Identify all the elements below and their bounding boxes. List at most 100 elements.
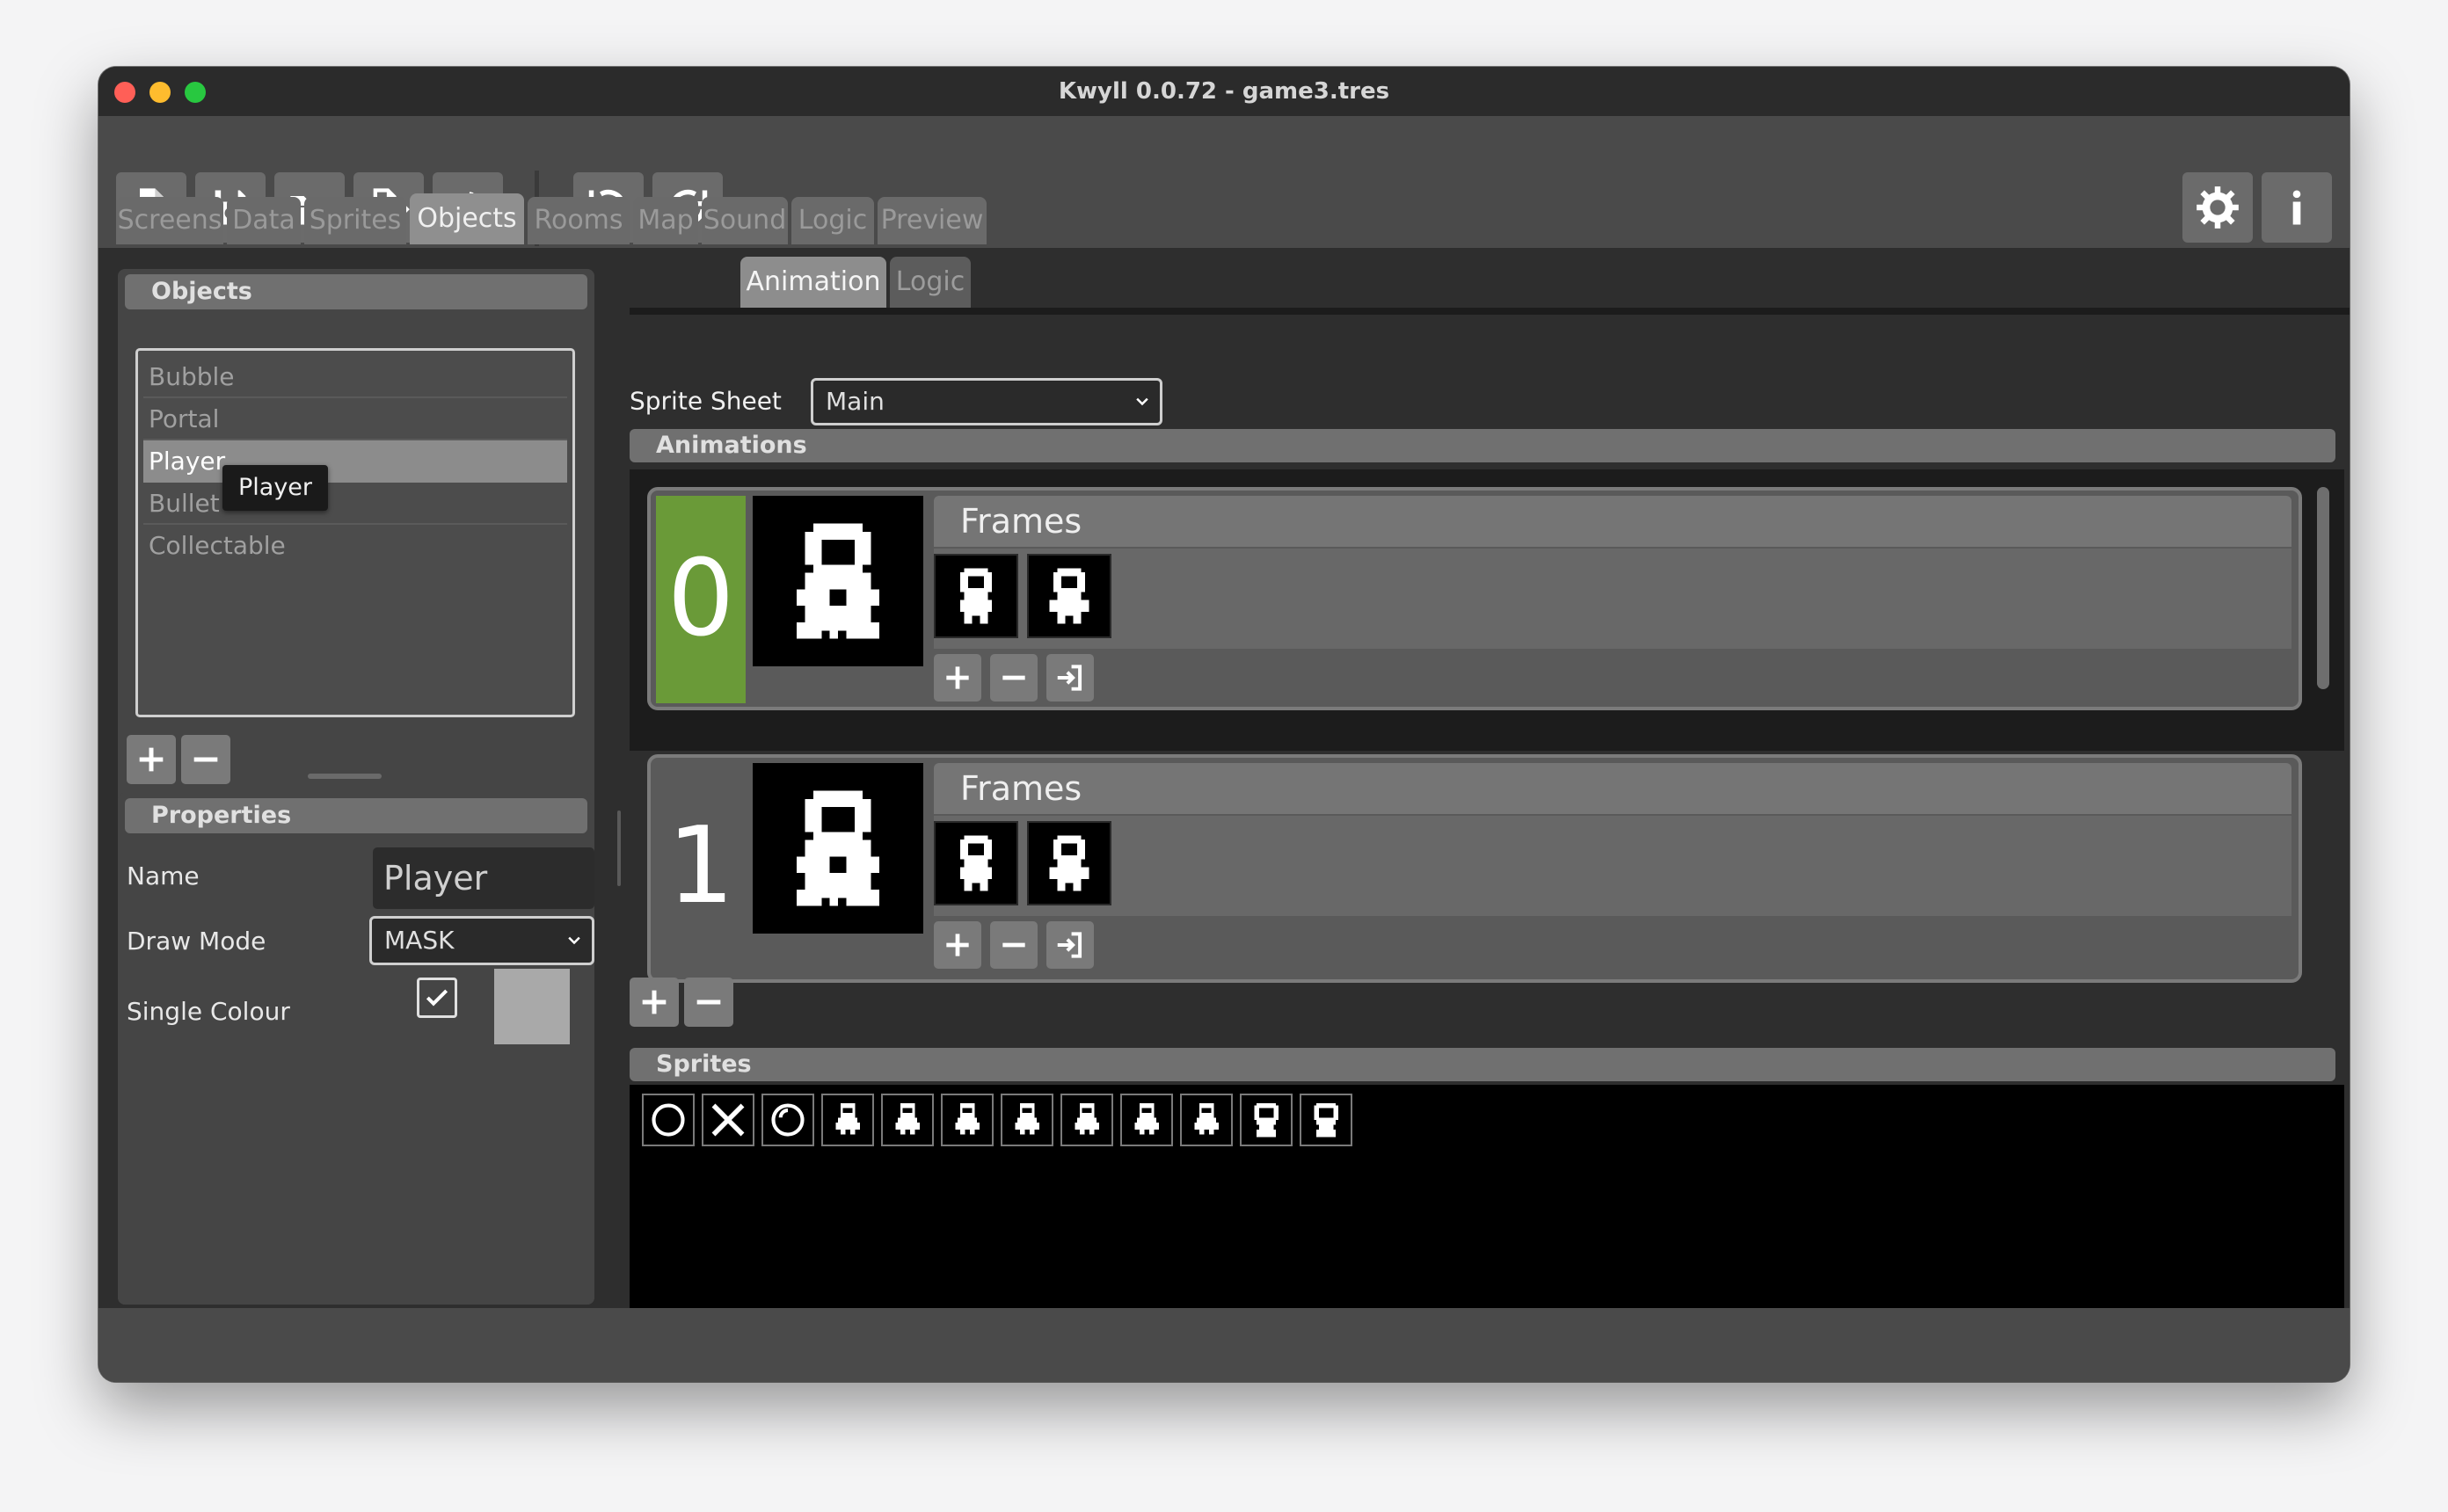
sprite-thumb[interactable] [1180,1094,1233,1146]
sprite-thumb[interactable] [881,1094,934,1146]
insert-icon [1057,665,1082,691]
draw-mode-select[interactable]: MASK [369,916,594,965]
frames-strip [934,549,2291,649]
insert-frame-button[interactable] [1046,654,1094,701]
sprite-frame-icon [1049,568,1089,624]
tab-logic[interactable]: Logic [791,197,874,244]
sprites-header: Sprites [630,1048,2335,1081]
settings-icon [2197,186,2239,229]
player-sprite-icon [1194,1102,1219,1135]
tab-sound[interactable]: Sound [702,197,788,244]
animation-preview [753,763,923,934]
sprite-thumb[interactable] [642,1094,695,1146]
sprite-thumb[interactable] [1240,1094,1293,1146]
player-sprite-icon [835,1102,860,1135]
sprite-sheet-select[interactable]: Main [811,378,1162,425]
name-label: Name [127,861,200,890]
chevron-down-icon [568,936,580,945]
minus-icon [1002,675,1025,680]
status-bar [98,1308,2350,1382]
info-button[interactable] [2262,172,2332,243]
frames-header: Frames [934,496,2291,547]
panel-split-handle[interactable] [308,774,382,779]
player-sprite-icon [895,1102,920,1135]
frames-header: Frames [934,763,2291,814]
app-window: Kwyll 0.0.72 - game3.tres Screens Data S… [98,67,2350,1382]
player-sprite-icon [1015,1102,1039,1135]
plus-icon [946,934,969,956]
sprite-thumb[interactable] [1001,1094,1053,1146]
minimize-window-button[interactable] [149,82,171,103]
objects-list[interactable]: Bubble Portal Player Bullet Collectable … [135,348,575,717]
sprite-thumb[interactable] [821,1094,874,1146]
tab-animation[interactable]: Animation [740,257,886,308]
name-field[interactable]: Player [373,847,594,909]
add-frame-button[interactable] [934,654,981,701]
player-sprite-icon [1134,1102,1159,1135]
sprite-frame-icon [960,835,992,891]
remove-frame-button[interactable] [990,654,1038,701]
sprite-thumb[interactable] [702,1094,754,1146]
circle-sprite-icon [652,1103,685,1137]
content-area: Objects Bubble Portal Player Bullet Coll… [98,248,2350,1382]
settings-button[interactable] [2182,172,2253,243]
colour-swatch[interactable] [494,969,570,1044]
sprite-thumb[interactable] [1300,1094,1352,1146]
plus-icon [139,747,164,772]
tab-sprites[interactable]: Sprites [304,197,406,244]
add-animation-button[interactable] [630,978,679,1027]
animation-card[interactable]: 0 Frames [647,487,2302,710]
frame-thumb[interactable] [1027,821,1111,905]
chevron-down-icon [1136,397,1148,406]
animations-list: 0 Frames 1 Frames [630,469,2344,983]
maximize-window-button[interactable] [185,82,206,103]
checkmark-icon [426,989,448,1007]
tab-objects[interactable]: Objects [410,193,524,244]
tooltip: Player [222,465,329,511]
tab-object-logic[interactable]: Logic [890,257,971,308]
list-item-bubble[interactable]: Bubble [143,356,567,398]
list-item-collectable[interactable]: Collectable [143,525,567,567]
list-item-bullet[interactable]: Bullet [143,483,567,525]
vertical-splitter[interactable] [617,811,621,886]
minus-icon [696,1000,721,1005]
x-sprite-icon [711,1103,745,1137]
sprite-sheet-value: Main [826,387,885,416]
remove-animation-button[interactable] [684,978,733,1027]
animation-card[interactable]: 1 Frames [647,754,2302,983]
properties-panel: Properties Name Player Draw Mode MASK Si… [118,793,594,1305]
remove-object-button[interactable] [181,735,230,784]
player-sprite-icon [1075,1102,1099,1135]
frame-thumb[interactable] [1027,554,1111,638]
list-item-player[interactable]: Player [143,440,567,483]
single-colour-checkbox[interactable] [417,978,457,1018]
info-icon [2292,190,2301,225]
add-frame-button[interactable] [934,921,981,969]
sprite-thumb[interactable] [1120,1094,1173,1146]
tab-map[interactable]: Map [633,197,698,244]
player-sprite-icon [955,1102,980,1135]
sprite-thumb[interactable] [1060,1094,1113,1146]
remove-frame-button[interactable] [990,921,1038,969]
tab-rooms[interactable]: Rooms [528,197,630,244]
sprite-thumb[interactable] [941,1094,994,1146]
close-window-button[interactable] [114,82,135,103]
sprite-thumb[interactable] [761,1094,814,1146]
animation-index: 0 [656,496,746,703]
add-object-button[interactable] [127,735,176,784]
draw-mode-label: Draw Mode [127,927,266,956]
tab-data[interactable]: Data [227,197,301,244]
list-item-portal[interactable]: Portal [143,398,567,440]
tab-preview[interactable]: Preview [878,197,987,244]
title-bar: Kwyll 0.0.72 - game3.tres [98,67,2350,116]
properties-header: Properties [125,798,587,833]
minus-icon [1002,942,1025,948]
window-title: Kwyll 0.0.72 - game3.tres [1058,78,1390,105]
draw-mode-value: MASK [384,926,455,955]
animations-scrollbar[interactable] [2317,487,2329,689]
tab-screens[interactable]: Screens [116,197,223,244]
frame-thumb[interactable] [934,821,1018,905]
frame-thumb[interactable] [934,554,1018,638]
sprite-sheet-label: Sprite Sheet [630,386,782,416]
insert-frame-button[interactable] [1046,921,1094,969]
